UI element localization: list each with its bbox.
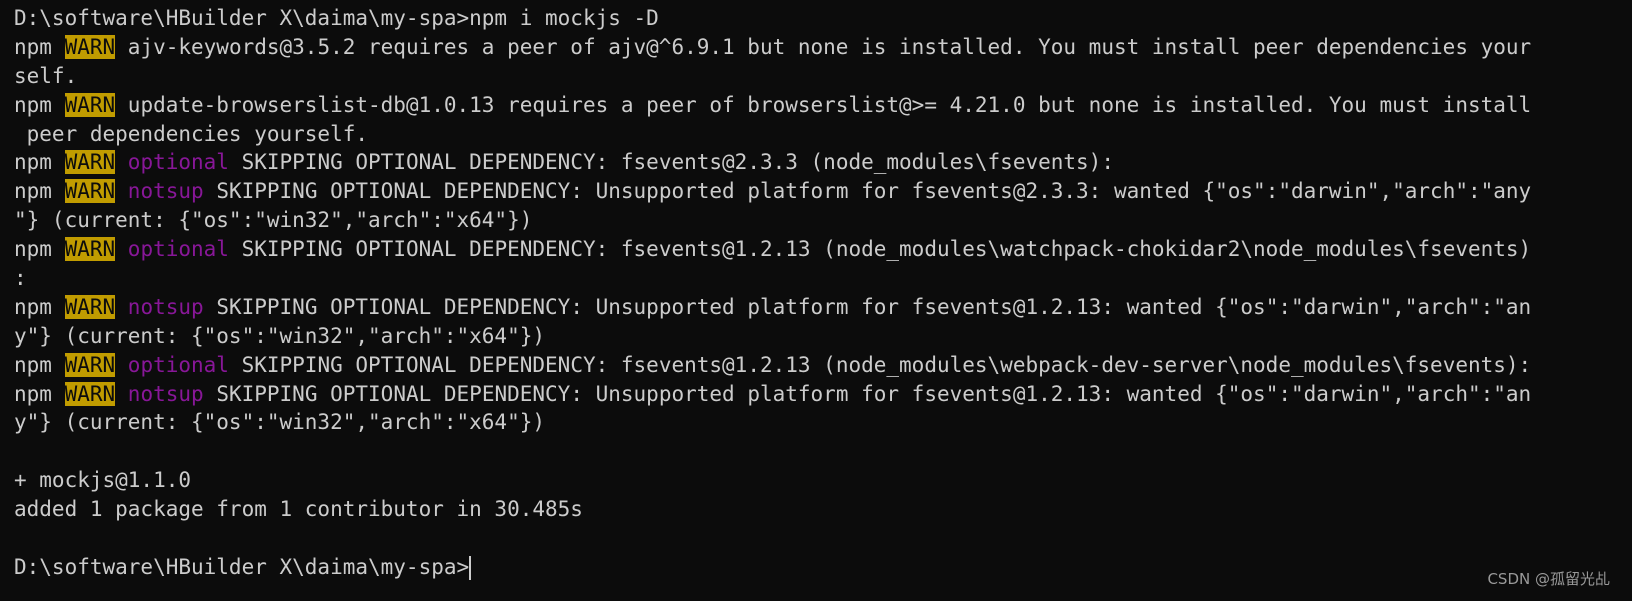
- line-text: :: [14, 266, 27, 291]
- terminal-line: + mockjs@1.1.0: [14, 466, 1632, 495]
- terminal-line: self.: [14, 62, 1632, 91]
- line-text: y"} (current: {"os":"win32","arch":"x64"…: [14, 323, 546, 348]
- line-text: SKIPPING OPTIONAL DEPENDENCY: fsevents@1…: [228, 352, 1532, 377]
- terminal-line: y"} (current: {"os":"win32","arch":"x64"…: [14, 408, 1632, 437]
- terminal-window[interactable]: D:\software\HBuilder X\daima\my-spa> npm …: [0, 0, 1632, 601]
- text-cursor: [469, 555, 472, 580]
- line-text: update-browserslist-db@1.0.13 requires a…: [115, 92, 1532, 117]
- line-text: ajv-keywords@3.5.2 requires a peer of aj…: [115, 34, 1532, 59]
- warn-badge: WARN: [64, 179, 116, 204]
- line-text: SKIPPING OPTIONAL DEPENDENCY: fsevents@1…: [228, 237, 1532, 262]
- warn-type-label: notsup: [115, 381, 204, 406]
- npm-prefix: npm: [14, 381, 65, 406]
- line-text: y"} (current: {"os":"win32","arch":"x64"…: [14, 410, 546, 435]
- line-text: added 1 package from 1 contributor in 30…: [14, 497, 583, 522]
- terminal-line: npm WARN notsup SKIPPING OPTIONAL DEPEND…: [14, 380, 1632, 409]
- terminal-line: npm WARN notsup SKIPPING OPTIONAL DEPEND…: [14, 293, 1632, 322]
- terminal-line: "} (current: {"os":"win32","arch":"x64"}…: [14, 206, 1632, 235]
- warn-badge: WARN: [64, 237, 116, 262]
- npm-prefix: npm: [14, 92, 65, 117]
- warn-badge: WARN: [64, 34, 116, 59]
- warn-type-label: optional: [115, 352, 229, 377]
- terminal-line: npm WARN ajv-keywords@3.5.2 requires a p…: [14, 33, 1632, 62]
- warn-type-label: notsup: [115, 179, 204, 204]
- npm-prefix: npm: [14, 294, 65, 319]
- terminal-line: npm WARN optional SKIPPING OPTIONAL DEPE…: [14, 148, 1632, 177]
- warn-badge: WARN: [64, 92, 116, 117]
- terminal-line: npm WARN optional SKIPPING OPTIONAL DEPE…: [14, 351, 1632, 380]
- command-text: D:\software\HBuilder X\daima\my-spa>npm …: [14, 6, 659, 30]
- npm-prefix: npm: [14, 179, 65, 204]
- npm-prefix: npm: [14, 352, 65, 377]
- line-text: + mockjs@1.1.0: [14, 468, 192, 493]
- terminal-line: y"} (current: {"os":"win32","arch":"x64"…: [14, 322, 1632, 351]
- line-text: self.: [14, 63, 78, 88]
- line-text: SKIPPING OPTIONAL DEPENDENCY: Unsupporte…: [203, 294, 1532, 319]
- warn-badge: WARN: [64, 294, 116, 319]
- terminal-line: peer dependencies yourself.: [14, 120, 1632, 149]
- warn-badge: WARN: [64, 150, 116, 175]
- warn-badge: WARN: [64, 352, 116, 377]
- prompt-text: D:\software\HBuilder X\daima\my-spa>: [14, 554, 470, 579]
- watermark: CSDN @孤留光乩: [1487, 570, 1610, 588]
- warn-type-label: notsup: [115, 294, 204, 319]
- npm-prefix: npm: [14, 34, 65, 59]
- line-text: "} (current: {"os":"win32","arch":"x64"}…: [14, 208, 533, 233]
- warn-badge: WARN: [64, 381, 116, 406]
- terminal-line: added 1 package from 1 contributor in 30…: [14, 495, 1632, 524]
- npm-prefix: npm: [14, 150, 65, 175]
- line-text: SKIPPING OPTIONAL DEPENDENCY: Unsupporte…: [203, 381, 1532, 406]
- line-text: peer dependencies yourself.: [14, 121, 369, 146]
- terminal-line: :: [14, 264, 1632, 293]
- npm-prefix: npm: [14, 237, 65, 262]
- terminal-line: npm WARN optional SKIPPING OPTIONAL DEPE…: [14, 235, 1632, 264]
- line-text: SKIPPING OPTIONAL DEPENDENCY: fsevents@2…: [228, 150, 1114, 175]
- warn-type-label: optional: [115, 237, 229, 262]
- terminal-line: D:\software\HBuilder X\daima\my-spa>npm …: [14, 4, 1632, 33]
- terminal-line: npm WARN notsup SKIPPING OPTIONAL DEPEND…: [14, 177, 1632, 206]
- line-text: SKIPPING OPTIONAL DEPENDENCY: Unsupporte…: [203, 179, 1532, 204]
- warn-type-label: optional: [115, 150, 229, 175]
- prompt-line[interactable]: D:\software\HBuilder X\daima\my-spa>: [14, 553, 1632, 582]
- terminal-line: npm WARN update-browserslist-db@1.0.13 r…: [14, 91, 1632, 120]
